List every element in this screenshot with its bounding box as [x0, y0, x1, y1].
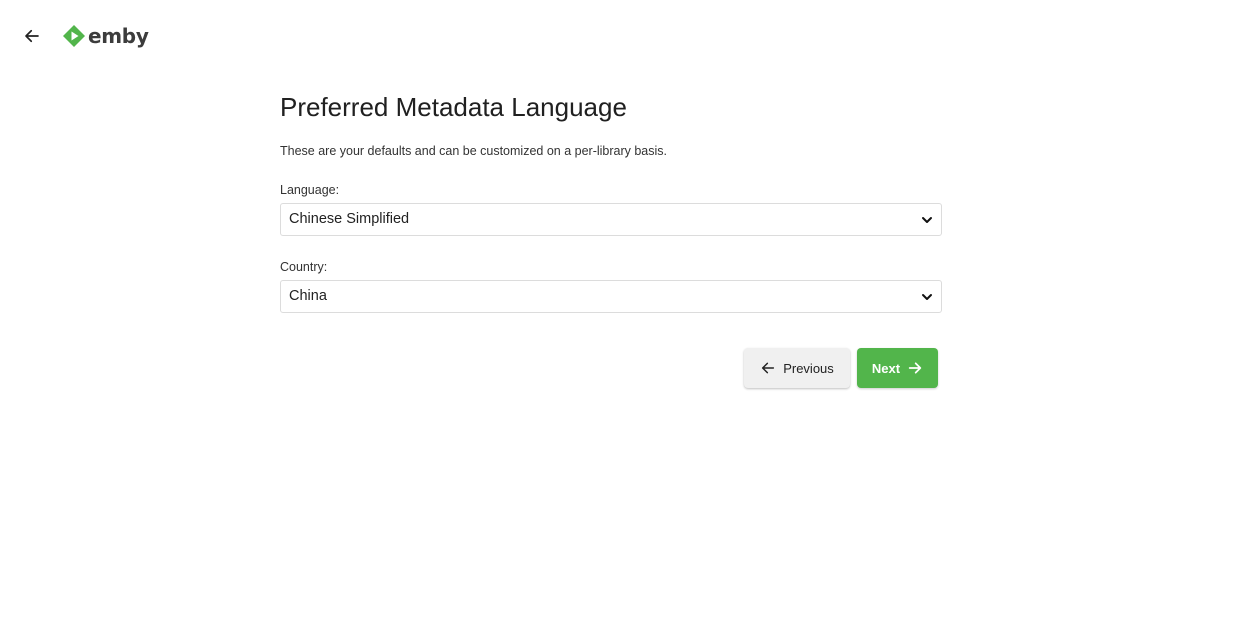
page-title: Preferred Metadata Language	[280, 92, 627, 122]
back-button[interactable]	[18, 22, 46, 50]
language-label: Language:	[280, 183, 340, 197]
arrow-right-icon	[908, 362, 922, 374]
language-select-value: Chinese Simplified	[289, 211, 410, 227]
next-button-label: Next	[871, 360, 901, 376]
previous-button[interactable]: Previous	[744, 348, 850, 388]
chevron-down-icon	[922, 217, 932, 223]
next-button[interactable]: Next	[857, 348, 938, 388]
page-subtitle: These are your defaults and can be custo…	[280, 144, 668, 158]
chevron-down-icon	[922, 294, 932, 300]
arrow-left-icon	[25, 29, 39, 43]
wizard-content: Preferred Metadata Language These are yo…	[280, 80, 942, 313]
country-select[interactable]: China	[280, 280, 942, 313]
country-select-value: China	[289, 288, 327, 304]
emby-logo: emby	[62, 22, 149, 50]
wizard-buttons: Previous Next	[744, 348, 938, 388]
country-label: Country:	[280, 260, 328, 274]
emby-logo-icon	[63, 25, 85, 47]
language-select[interactable]: Chinese Simplified	[280, 203, 942, 236]
arrow-left-icon	[762, 362, 775, 374]
previous-button-label: Previous	[783, 360, 834, 376]
logo-text: emby	[88, 24, 149, 48]
header: emby	[0, 0, 1234, 72]
